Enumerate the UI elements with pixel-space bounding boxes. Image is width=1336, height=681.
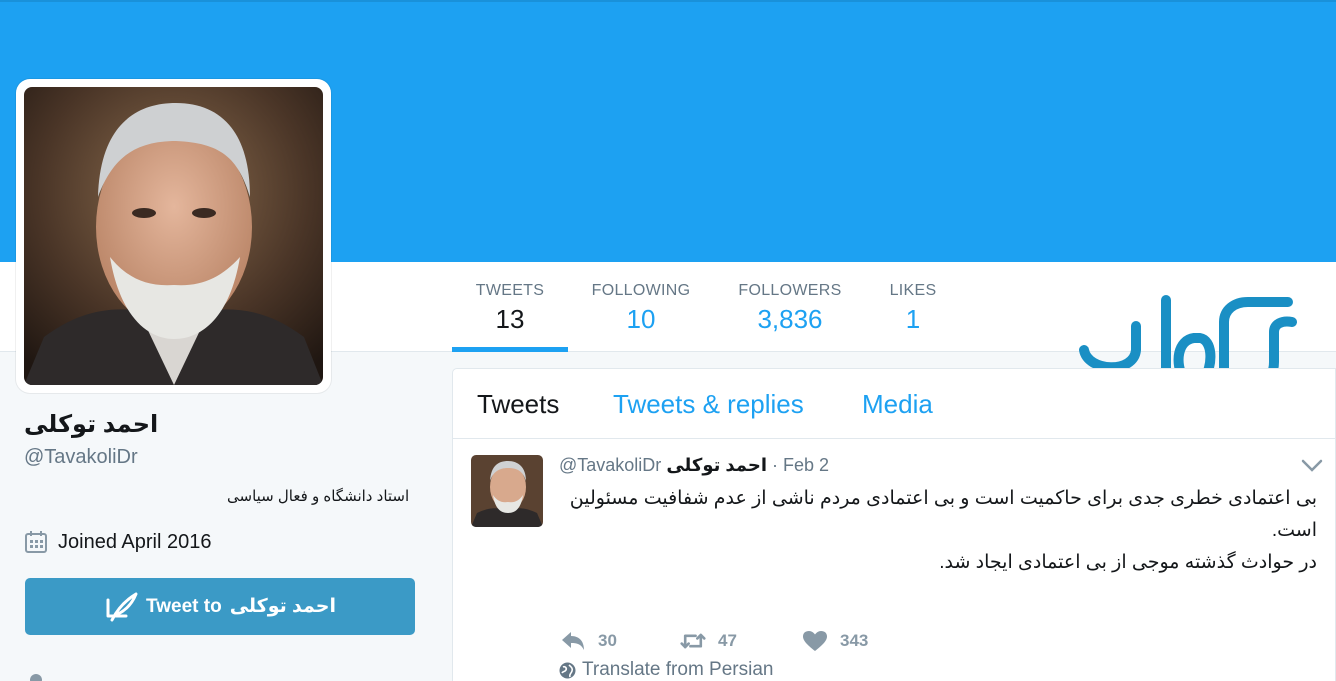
tweet-to-prefix: Tweet to — [146, 595, 222, 617]
tweet-separator: · — [772, 455, 779, 475]
tweet-to-name: احمد توکلی — [229, 596, 336, 617]
stat-followers-label: FOLLOWERS — [738, 282, 842, 299]
joined-date: Joined April 2016 — [24, 530, 211, 554]
stat-following[interactable]: FOLLOWING 10 — [586, 282, 696, 352]
location-icon — [30, 674, 42, 681]
like-button[interactable]: 343 — [802, 630, 868, 652]
chevron-down-icon[interactable] — [1301, 459, 1323, 473]
tweet-author-name[interactable]: احمد توکلی — [666, 455, 767, 475]
reply-button[interactable]: 30 — [560, 630, 680, 652]
reply-count: 30 — [598, 631, 617, 650]
profile-name[interactable]: احمد توکلی — [24, 410, 158, 439]
tab-tweets[interactable]: Tweets — [477, 389, 559, 420]
tweet-date[interactable]: Feb 2 — [783, 455, 829, 475]
tweet-avatar[interactable] — [471, 455, 543, 527]
like-count: 343 — [840, 631, 869, 650]
stat-following-label: FOLLOWING — [591, 282, 691, 299]
stat-likes-value: 1 — [905, 304, 921, 334]
translate-text: Translate from Persian — [582, 659, 774, 680]
tab-media[interactable]: Media — [862, 389, 933, 420]
stat-likes-label: LIKES — [889, 282, 937, 299]
stat-followers-value: 3,836 — [757, 304, 823, 334]
stat-likes[interactable]: LIKES 1 — [884, 282, 942, 352]
stat-tweets-value: 13 — [495, 304, 525, 334]
joined-text: Joined April 2016 — [58, 530, 212, 553]
tweet-header: @TavakoliDr احمد توکلی · Feb 2 — [559, 455, 829, 476]
timeline-tabs: Tweets Tweets & replies Media — [453, 369, 1335, 439]
retweet-icon — [680, 633, 706, 649]
tweet-to-button[interactable]: Tweet to احمد توکلی — [25, 578, 415, 635]
stat-followers[interactable]: FOLLOWERS 3,836 — [733, 282, 847, 352]
calendar-icon — [25, 531, 47, 553]
globe-icon — [559, 662, 576, 678]
quill-icon — [106, 592, 138, 621]
profile-photo — [24, 87, 323, 385]
tweet-text: بی اعتمادی خطری جدی برای حاکمیت است و بی… — [559, 483, 1317, 579]
tweet-avatar-photo — [471, 455, 543, 527]
tweet-text-line1: بی اعتمادی خطری جدی برای حاکمیت است و بی… — [569, 488, 1317, 541]
tweet-handle[interactable]: @TavakoliDr — [559, 455, 661, 475]
profile-bio: استاد دانشگاه و فعال سیاسی — [227, 488, 410, 505]
profile-avatar[interactable] — [16, 79, 331, 393]
profile-handle[interactable]: @TavakoliDr — [24, 446, 138, 469]
heart-icon — [803, 631, 827, 651]
retweet-button[interactable]: 47 — [680, 630, 802, 652]
tab-tweets-replies[interactable]: Tweets & replies — [613, 389, 804, 420]
stat-tweets-label: TWEETS — [475, 282, 545, 299]
stat-tweets[interactable]: TWEETS 13 — [452, 282, 568, 352]
reply-icon — [562, 632, 584, 650]
retweet-count: 47 — [718, 631, 737, 650]
stat-following-value: 10 — [626, 304, 656, 334]
tweet-text-line2: در حوادث گذشته موجی از بی اعتمادی ایجاد … — [939, 552, 1317, 573]
tweet-actions: 30 47 343 — [560, 630, 868, 652]
translate-link[interactable]: Translate from Persian — [559, 659, 773, 681]
